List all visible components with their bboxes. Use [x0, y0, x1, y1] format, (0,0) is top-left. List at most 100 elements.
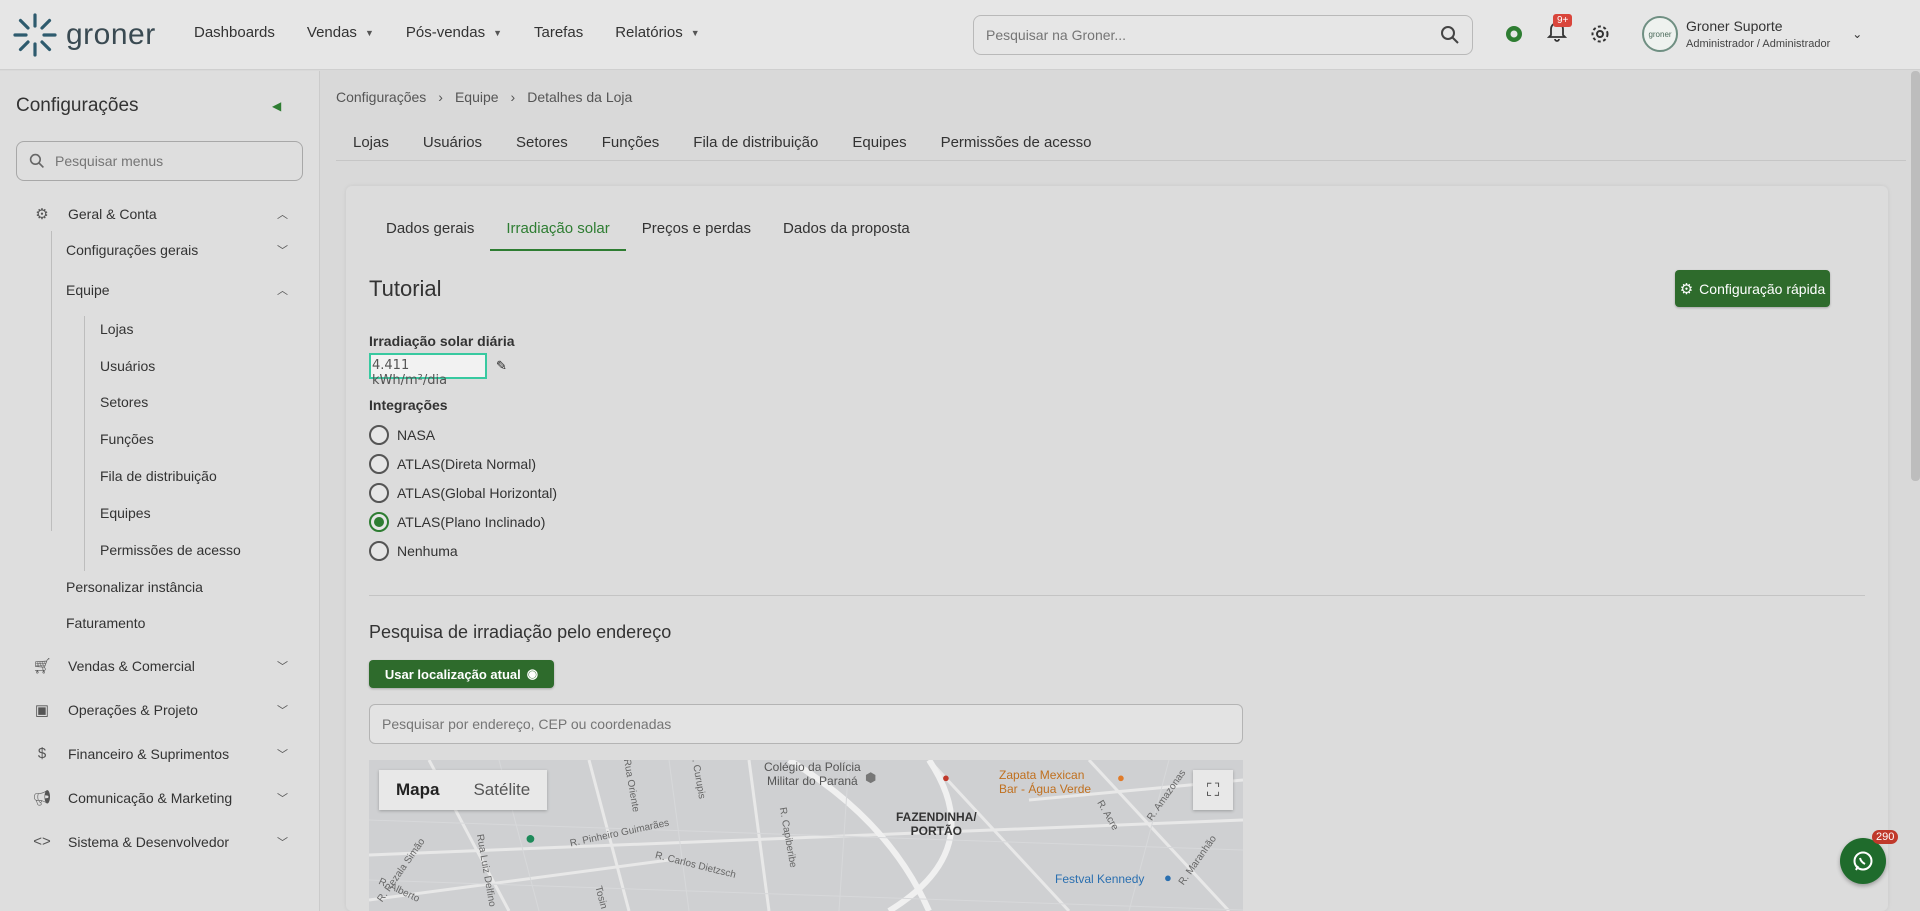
radio-button[interactable]: [369, 425, 389, 445]
radio-atlas-global[interactable]: ATLAS(Global Horizontal): [369, 483, 557, 503]
nav-relatorios[interactable]: Relatórios ▼: [615, 24, 699, 41]
chevron-up-icon: ︿: [277, 285, 288, 297]
tab-irradiacao-solar[interactable]: Irradiação solar: [490, 214, 626, 251]
headset-icon[interactable]: [1503, 23, 1525, 45]
tab-fila[interactable]: Fila de distribuição: [676, 126, 835, 160]
address-search-input[interactable]: [382, 716, 1230, 732]
school-pin-icon[interactable]: ⬢: [865, 770, 876, 786]
breadcrumb-item[interactable]: Equipe: [455, 89, 499, 105]
radio-button[interactable]: [369, 483, 389, 503]
tab-lojas[interactable]: Lojas: [336, 126, 406, 160]
global-search-input[interactable]: [986, 27, 1440, 43]
team-tabs: Lojas Usuários Setores Funções Fila de d…: [336, 126, 1906, 161]
radio-nasa[interactable]: NASA: [369, 425, 435, 445]
irradiation-value-field[interactable]: 4.411 kWh/m²/dia: [369, 353, 487, 388]
tab-setores[interactable]: Setores: [499, 126, 585, 160]
sidebar-item-lojas[interactable]: Lojas: [100, 321, 133, 337]
gear-icon[interactable]: [1589, 23, 1611, 45]
nav-vendas[interactable]: Vendas ▼: [307, 24, 374, 41]
sidebar-item-config-gerais[interactable]: Configurações gerais ﹀: [66, 242, 288, 258]
sidebar-item-faturamento[interactable]: Faturamento: [66, 615, 288, 631]
tab-usuarios[interactable]: Usuários: [406, 126, 499, 160]
item-label: Equipe: [66, 282, 110, 298]
sidebar-item-fila[interactable]: Fila de distribuição: [100, 468, 217, 484]
dollar-icon: $: [37, 745, 47, 762]
collapse-sidebar-icon[interactable]: ◀: [272, 99, 281, 113]
hospital-pin-icon[interactable]: ●: [942, 770, 950, 785]
map-place-festval: Festval Kennedy: [1055, 872, 1145, 886]
map[interactable]: Mapa Satélite ⛶ Colégio da Polícia Milita…: [369, 760, 1243, 911]
tab-equipes[interactable]: Equipes: [835, 126, 923, 160]
fullscreen-icon[interactable]: ⛶: [1193, 770, 1233, 810]
tab-precos-perdas[interactable]: Preços e perdas: [626, 214, 767, 251]
quick-config-button[interactable]: ⚙ Configuração rápida: [1675, 270, 1830, 307]
sidebar-item-setores[interactable]: Setores: [100, 394, 148, 410]
user-menu[interactable]: groner Groner Suporte Administrador / Ad…: [1642, 16, 1862, 52]
search-icon[interactable]: [1440, 25, 1460, 45]
chevron-right-icon: ›: [438, 89, 443, 105]
nav-dashboards[interactable]: Dashboards: [194, 24, 275, 41]
radio-atlas-plano[interactable]: ATLAS(Plano Inclinado): [369, 512, 545, 532]
radio-label: ATLAS(Direta Normal): [397, 456, 536, 472]
map-type-satellite[interactable]: Satélite: [456, 770, 547, 810]
map-text: Bar - Água Verde: [999, 782, 1092, 796]
main-nav: Dashboards Vendas ▼ Pós-vendas ▼ Tarefas R…: [194, 24, 700, 41]
radio-label: ATLAS(Plano Inclinado): [397, 514, 546, 530]
store-tabs: Dados gerais Irradiação solar Preços e p…: [370, 214, 926, 251]
section-label: Operações & Projeto: [68, 702, 198, 718]
sidebar-section-vendas[interactable]: 🛒︎ Vendas & Comercial ﹀: [32, 657, 288, 675]
pencil-edit-icon[interactable]: ✎: [496, 358, 507, 374]
settings-sidebar: Configurações ◀ ⚙ Geral & Conta ︿ Configur…: [0, 71, 320, 911]
radio-button[interactable]: [369, 454, 389, 474]
tab-permissoes[interactable]: Permissões de acesso: [924, 126, 1109, 160]
breadcrumb-item[interactable]: Configurações: [336, 89, 426, 105]
groner-logo[interactable]: groner: [12, 12, 156, 58]
chevron-down-icon: ﹀: [277, 705, 288, 717]
sidebar-item-equipe[interactable]: Equipe ︿: [66, 282, 288, 298]
sidebar-search-input[interactable]: [55, 153, 236, 169]
sidebar-section-comunicacao[interactable]: 📢︎ Comunicação & Marketing ﹀: [32, 789, 288, 807]
avatar: groner: [1642, 16, 1678, 52]
nav-label: Dashboards: [194, 24, 275, 41]
notifications-badge: 9+: [1553, 14, 1573, 27]
sidebar-section-financeiro[interactable]: $ Financeiro & Suprimentos ﹀: [32, 745, 288, 762]
location-pin-icon[interactable]: ●: [525, 828, 536, 849]
radio-atlas-direta[interactable]: ATLAS(Direta Normal): [369, 454, 536, 474]
caret-down-icon: ▼: [690, 27, 700, 38]
tab-dados-gerais[interactable]: Dados gerais: [370, 214, 490, 251]
chevron-down-icon[interactable]: ⌄: [1852, 27, 1862, 41]
logo-text: groner: [66, 18, 156, 51]
sidebar-item-personalizar[interactable]: Personalizar instância: [66, 579, 288, 595]
user-name: Groner Suporte: [1686, 18, 1783, 34]
section-label: Financeiro & Suprimentos: [68, 745, 230, 762]
gear-icon: ⚙: [35, 206, 49, 223]
shopping-pin-icon[interactable]: ●: [1164, 870, 1172, 885]
use-location-button[interactable]: Usar localização atual ◉: [369, 660, 554, 688]
sidebar-section-operacoes[interactable]: ▣ Operações & Projeto ﹀: [32, 701, 288, 719]
radio-nenhuma[interactable]: Nenhuma: [369, 541, 458, 561]
avatar-text: groner: [1648, 29, 1672, 39]
sidebar-item-equipes[interactable]: Equipes: [100, 505, 151, 521]
sidebar-section-geral[interactable]: ⚙ Geral & Conta ︿: [32, 205, 288, 223]
nav-tarefas[interactable]: Tarefas: [534, 24, 583, 41]
sidebar-title: Configurações: [16, 95, 139, 116]
sidebar-section-sistema[interactable]: <> Sistema & Desenvolvedor ﹀: [32, 833, 288, 850]
nav-pos-vendas[interactable]: Pós-vendas ▼: [406, 24, 502, 41]
tab-funcoes[interactable]: Funções: [585, 126, 677, 160]
page-scrollbar[interactable]: [1911, 71, 1920, 481]
tab-dados-proposta[interactable]: Dados da proposta: [767, 214, 926, 251]
radio-button[interactable]: [369, 541, 389, 561]
notifications[interactable]: 9+: [1546, 14, 1573, 47]
sidebar-item-usuarios[interactable]: Usuários: [100, 358, 155, 374]
whatsapp-button[interactable]: [1840, 838, 1886, 884]
address-search-title: Pesquisa de irradiação pelo endereço: [369, 622, 672, 642]
sidebar-item-funcoes[interactable]: Funções: [100, 431, 154, 447]
restaurant-pin-icon[interactable]: ●: [1117, 770, 1125, 785]
chevron-down-icon: ﹀: [277, 793, 288, 805]
radio-button-selected[interactable]: [369, 512, 389, 532]
breadcrumb-item: Detalhes da Loja: [527, 89, 633, 105]
map-type-map[interactable]: Mapa: [379, 770, 456, 810]
sidebar-item-permissoes[interactable]: Permissões de acesso: [100, 542, 241, 558]
toolbox-icon: ▣: [34, 702, 50, 719]
tutorial-title: Tutorial: [369, 276, 442, 301]
